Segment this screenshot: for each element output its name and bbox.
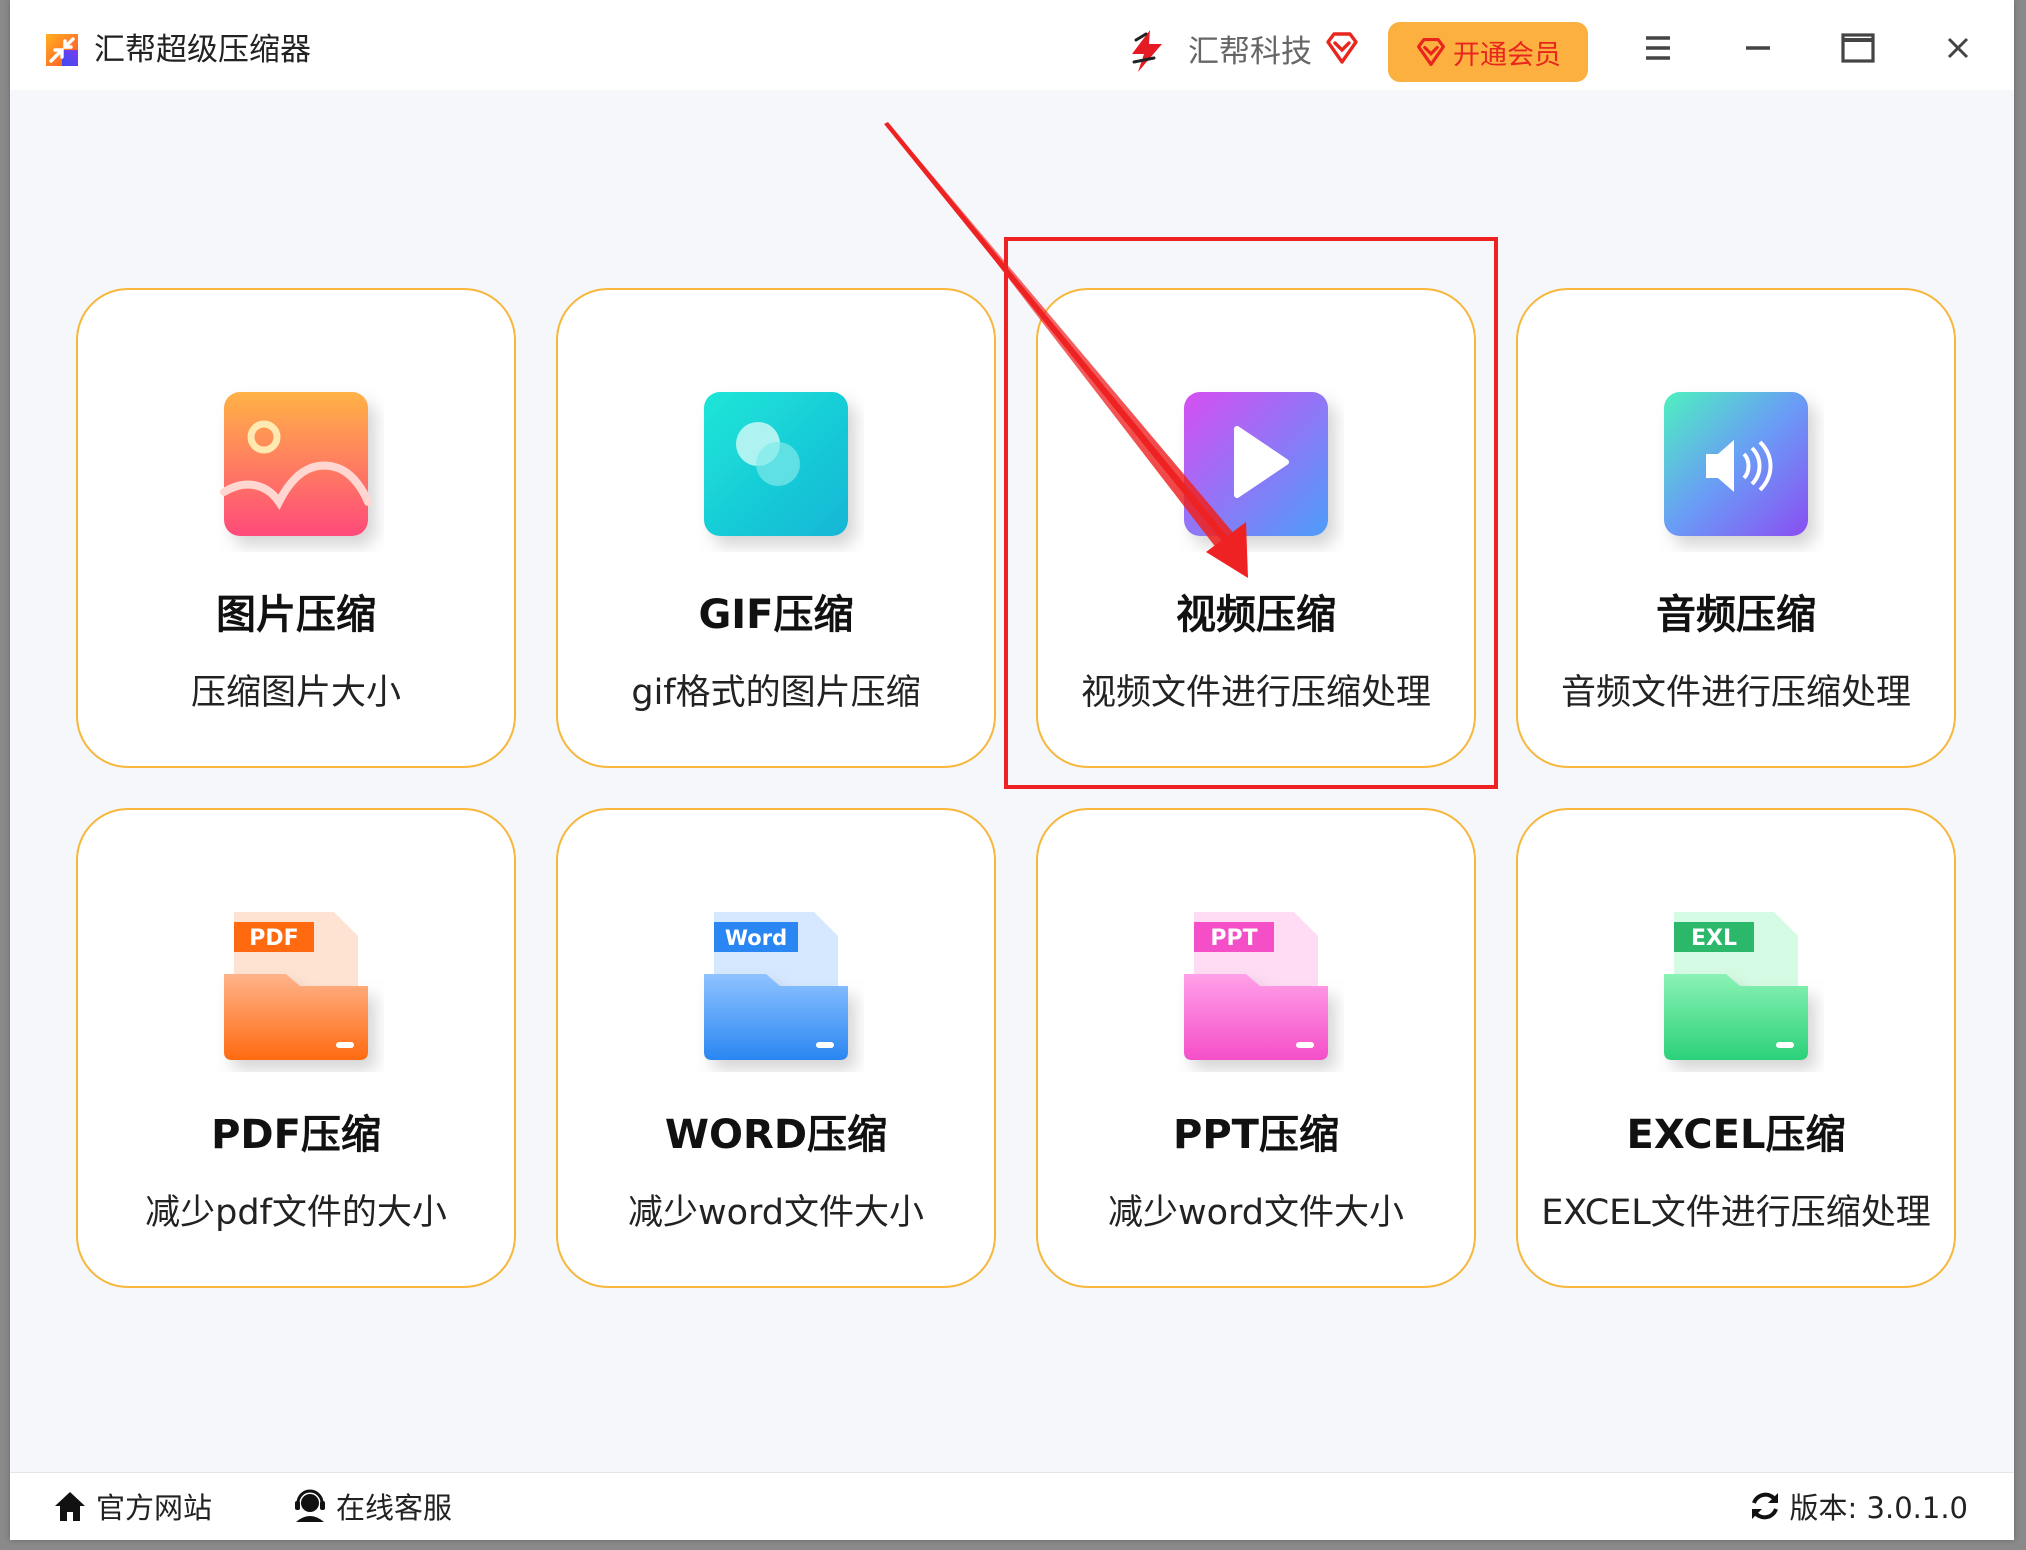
card-title: GIF压缩 <box>698 592 854 638</box>
card-audio-compress[interactable]: 音频压缩 音频文件进行压缩处理 <box>1516 288 1956 768</box>
official-website-label: 官方网站 <box>96 1491 213 1525</box>
ppt-tag: PPT <box>1210 926 1257 951</box>
card-word-compress[interactable]: Word WORD压缩 减少word文件大小 <box>556 808 996 1288</box>
video-play-icon <box>1184 392 1328 536</box>
card-desc: 压缩图片大小 <box>190 673 401 713</box>
brand-logo-icon <box>1132 30 1162 72</box>
card-pdf-compress[interactable]: PDF PDF压缩 减少pdf文件的大小 <box>76 808 516 1288</box>
vip-button-label: 开通会员 <box>1453 39 1561 71</box>
word-tag: Word <box>725 926 787 950</box>
card-excel-compress[interactable]: EXL EXCEL压缩 EXCEL文件进行压缩处理 <box>1516 808 1956 1288</box>
close-icon[interactable] <box>1936 26 1980 70</box>
app-title: 汇帮超级压缩器 <box>94 32 311 68</box>
card-desc: 减少word文件大小 <box>1107 1193 1405 1233</box>
pdf-tag: PDF <box>249 926 298 951</box>
card-title: 视频压缩 <box>1176 592 1336 638</box>
card-desc: EXCEL文件进行压缩处理 <box>1541 1193 1931 1233</box>
title-bar: 汇帮超级压缩器 汇帮科技 开通会员 <box>10 0 2014 90</box>
online-support-label: 在线客服 <box>336 1491 453 1525</box>
bottom-bar: 官方网站 在线客服 版本: 3.0.1.0 <box>10 1472 2014 1540</box>
version-label: 版本: 3.0.1.0 <box>1789 1491 1968 1525</box>
card-gif-compress[interactable]: GIF压缩 gif格式的图片压缩 <box>556 288 996 768</box>
card-title: PPT压缩 <box>1173 1112 1339 1158</box>
card-desc: 音频文件进行压缩处理 <box>1560 673 1911 713</box>
vip-membership-button[interactable]: 开通会员 <box>1388 22 1588 82</box>
card-image-compress[interactable]: 图片压缩 压缩图片大小 <box>76 288 516 768</box>
refresh-icon <box>1751 1492 1778 1520</box>
pdf-folder-icon: PDF <box>224 912 368 1060</box>
vip-diamond-icon <box>1416 37 1446 67</box>
excel-tag: EXL <box>1691 926 1737 951</box>
brand-name: 汇帮科技 <box>1188 34 1312 70</box>
gif-icon <box>704 392 848 536</box>
app-window: 汇帮超级压缩器 汇帮科技 开通会员 图片压缩 压缩图片大小 GIF压缩 gif格… <box>10 0 2014 1540</box>
card-desc: 视频文件进行压缩处理 <box>1080 673 1431 713</box>
image-icon <box>220 392 372 536</box>
menu-icon[interactable] <box>1636 26 1680 70</box>
excel-folder-icon: EXL <box>1664 912 1808 1060</box>
online-support-link[interactable]: 在线客服 <box>292 1485 452 1527</box>
version-info: 版本: 3.0.1.0 <box>1748 1485 1968 1527</box>
card-title: WORD压缩 <box>664 1112 888 1158</box>
home-icon <box>55 1492 85 1521</box>
card-desc: 减少pdf文件的大小 <box>145 1193 447 1233</box>
card-video-compress[interactable]: 视频压缩 视频文件进行压缩处理 <box>1036 288 1476 768</box>
card-ppt-compress[interactable]: PPT PPT压缩 减少word文件大小 <box>1036 808 1476 1288</box>
app-logo-icon <box>46 34 78 66</box>
customer-service-icon <box>295 1489 325 1522</box>
annotation-arrow-icon <box>884 122 1248 578</box>
official-website-link[interactable]: 官方网站 <box>52 1485 212 1527</box>
audio-speaker-icon <box>1664 392 1808 536</box>
card-desc: 减少word文件大小 <box>627 1193 925 1233</box>
card-desc: gif格式的图片压缩 <box>631 673 921 713</box>
word-folder-icon: Word <box>704 912 848 1060</box>
ppt-folder-icon: PPT <box>1184 912 1328 1060</box>
minimize-icon[interactable] <box>1736 26 1780 70</box>
card-title: PDF压缩 <box>211 1112 381 1158</box>
card-title: 音频压缩 <box>1656 592 1816 638</box>
card-title: EXCEL压缩 <box>1626 1112 1846 1158</box>
card-title: 图片压缩 <box>216 592 376 638</box>
maximize-icon[interactable] <box>1836 26 1880 70</box>
diamond-icon <box>1326 32 1358 64</box>
